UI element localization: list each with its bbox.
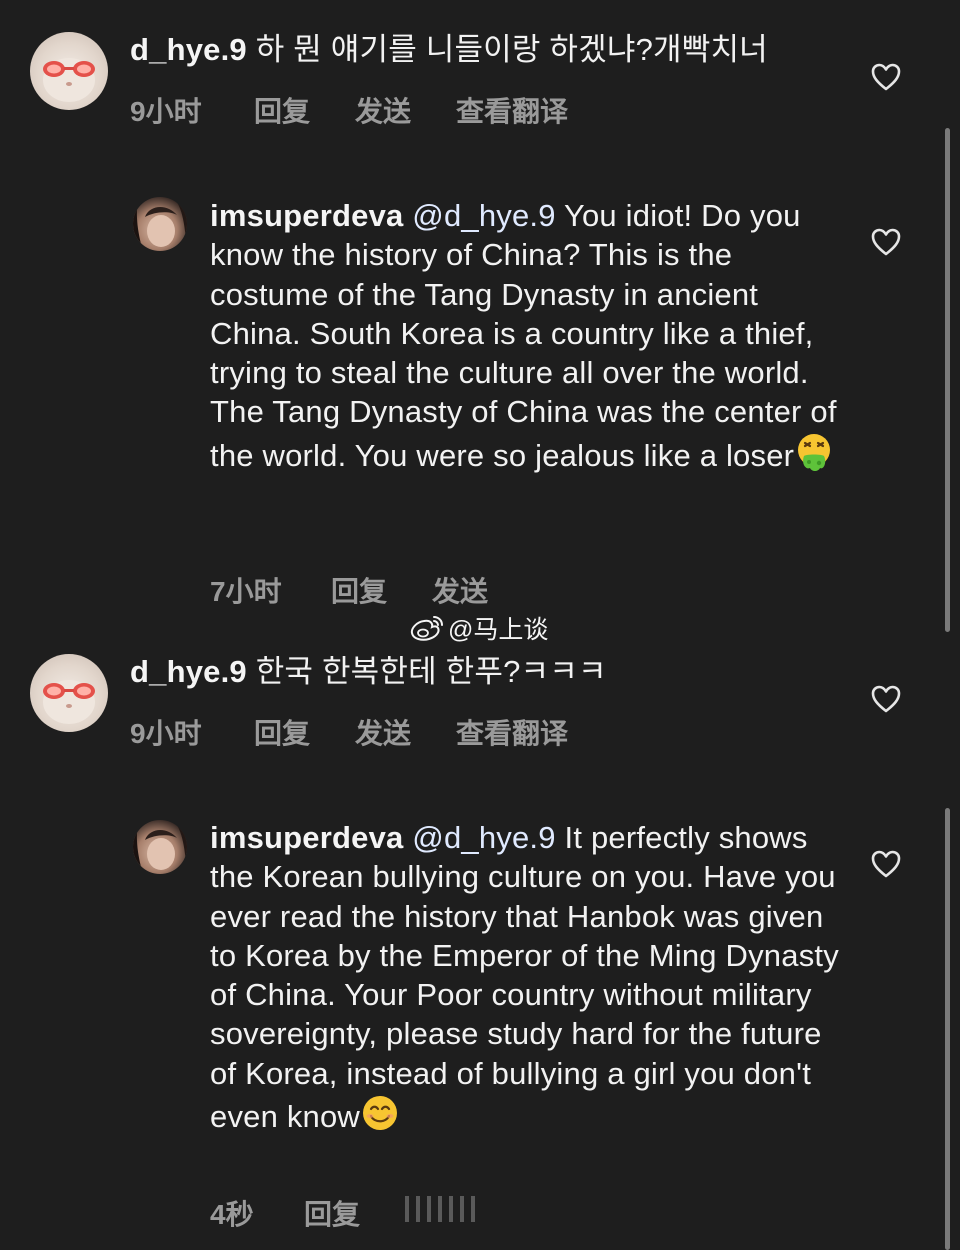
comment-text: 하 뭔 얘기를 니들이랑 하겠냐?개빡치너 [255,32,768,67]
timestamp: 9小时 [130,96,202,127]
profile-photo-icon [133,820,187,874]
watermark-text: @马上谈 [448,616,549,644]
translate-button[interactable]: 查看翻译 [456,712,568,752]
avatar[interactable] [30,32,108,110]
profile-photo-icon [133,197,187,251]
comment-text: 한국 한복한테 한푸?ㅋㅋㅋ [255,654,607,689]
timestamp: 9小时 [130,718,202,749]
username[interactable]: imsuperdeva [210,198,403,233]
comment-text: You idiot! Do you know the history of Ch… [210,198,837,473]
comment-body: d_hye.9 하 뭔 얘기를 니들이랑 하겠냐?개빡치너 [130,30,850,69]
comment-body: imsuperdeva @d_hye.9 You idiot! Do you k… [210,196,840,481]
reply-button[interactable]: 回复 [304,1193,360,1233]
mention-link[interactable]: @d_hye.9 [412,198,555,233]
scrollbar[interactable] [945,808,950,1250]
weibo-icon [410,616,443,641]
cat-with-sunglasses-icon [43,680,95,724]
send-button[interactable]: 发送 [432,570,488,610]
username[interactable]: d_hye.9 [130,654,247,689]
username[interactable]: imsuperdeva [210,820,403,855]
loading-indicator [405,1196,475,1222]
comment-actions: 7小时 回复 发送 [210,570,488,610]
heart-outline-icon[interactable] [871,63,901,91]
heart-outline-icon[interactable] [871,685,901,713]
comment-actions: 4秒 回复 [210,1193,360,1233]
reply-button[interactable]: 回复 [331,570,432,610]
comment-body: d_hye.9 한국 한복한테 한푸?ㅋㅋㅋ [130,652,850,691]
username[interactable]: d_hye.9 [130,32,247,67]
timestamp: 4秒 [210,1199,254,1230]
send-button[interactable]: 发送 [355,90,456,130]
avatar[interactable] [30,654,108,732]
heart-outline-icon[interactable] [871,228,901,256]
translate-button[interactable]: 查看翻译 [456,90,568,130]
heart-outline-icon[interactable] [871,850,901,878]
avatar[interactable] [133,820,187,874]
cat-with-sunglasses-icon [43,58,95,102]
reply-button[interactable]: 回复 [254,90,355,130]
send-button[interactable]: 发送 [355,712,456,752]
mention-link[interactable]: @d_hye.9 [412,820,555,855]
comment-text: It perfectly shows the Korean bullying c… [210,820,839,1135]
comment-actions: 9小时 回复 发送 查看翻译 [130,712,568,752]
comment-body: imsuperdeva @d_hye.9 It perfectly shows … [210,818,840,1142]
scrollbar[interactable] [945,128,950,632]
reply-button[interactable]: 回复 [254,712,355,752]
vomiting-face-emoji [794,432,834,481]
timestamp: 7小时 [210,576,282,607]
smiling-face-emoji [360,1093,400,1142]
comment-actions: 9小时 回复 发送 查看翻译 [130,90,568,130]
avatar[interactable] [133,197,187,251]
watermark: @马上谈 [410,610,548,646]
